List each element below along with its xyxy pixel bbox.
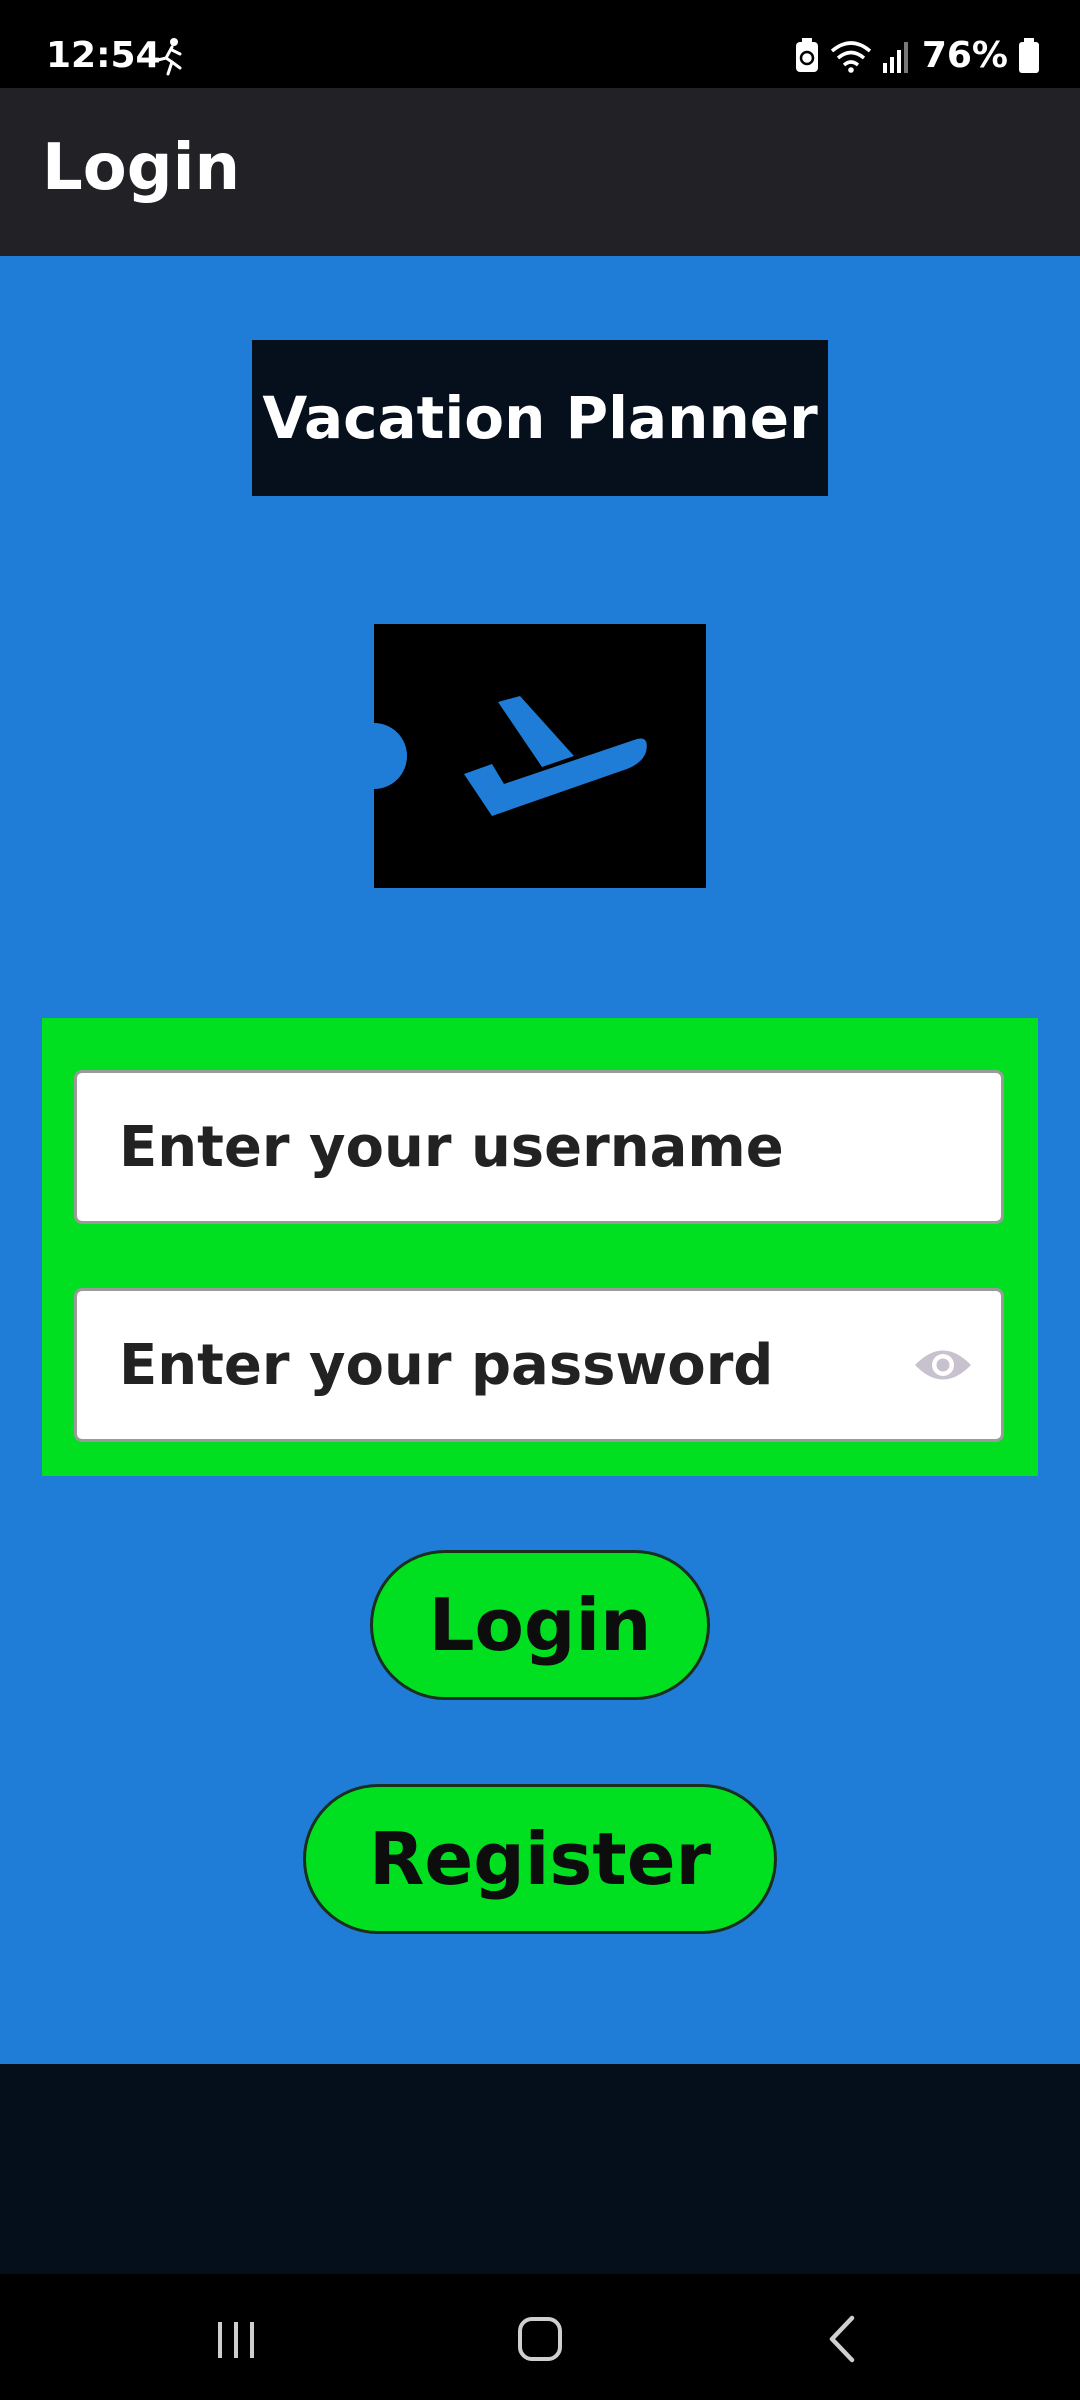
app-name-banner: Vacation Planner: [252, 340, 828, 496]
status-time: 12:54: [46, 35, 161, 76]
wifi-icon: [830, 41, 871, 73]
register-button[interactable]: Register: [303, 1784, 777, 1934]
battery-percent: 76%: [921, 35, 1008, 76]
runner-icon: [156, 38, 182, 76]
home-icon[interactable]: [500, 2304, 580, 2374]
app-bar: Login: [0, 88, 1080, 256]
password-field-container: [74, 1288, 1004, 1442]
status-bar: 12:54 76%: [0, 0, 1080, 88]
recents-icon[interactable]: [196, 2304, 276, 2374]
battery-icon: [1019, 38, 1039, 73]
battery-saver-icon: [795, 38, 818, 72]
login-button[interactable]: Login: [370, 1550, 710, 1700]
username-input[interactable]: [77, 1073, 1001, 1221]
login-form: [42, 1018, 1038, 1476]
bottom-area: [0, 2064, 1080, 2274]
airplane-takeoff-icon: [374, 624, 706, 888]
login-content: Vacation Planner Login Register: [0, 256, 1080, 2064]
page-title: Login: [42, 131, 241, 205]
system-nav-bar: [0, 2274, 1080, 2400]
signal-icon: [882, 42, 908, 73]
eye-icon[interactable]: [913, 1342, 973, 1388]
password-input[interactable]: [77, 1291, 1001, 1439]
back-icon[interactable]: [804, 2304, 884, 2374]
username-field-container: [74, 1070, 1004, 1224]
status-icons: 76%: [794, 34, 1040, 78]
